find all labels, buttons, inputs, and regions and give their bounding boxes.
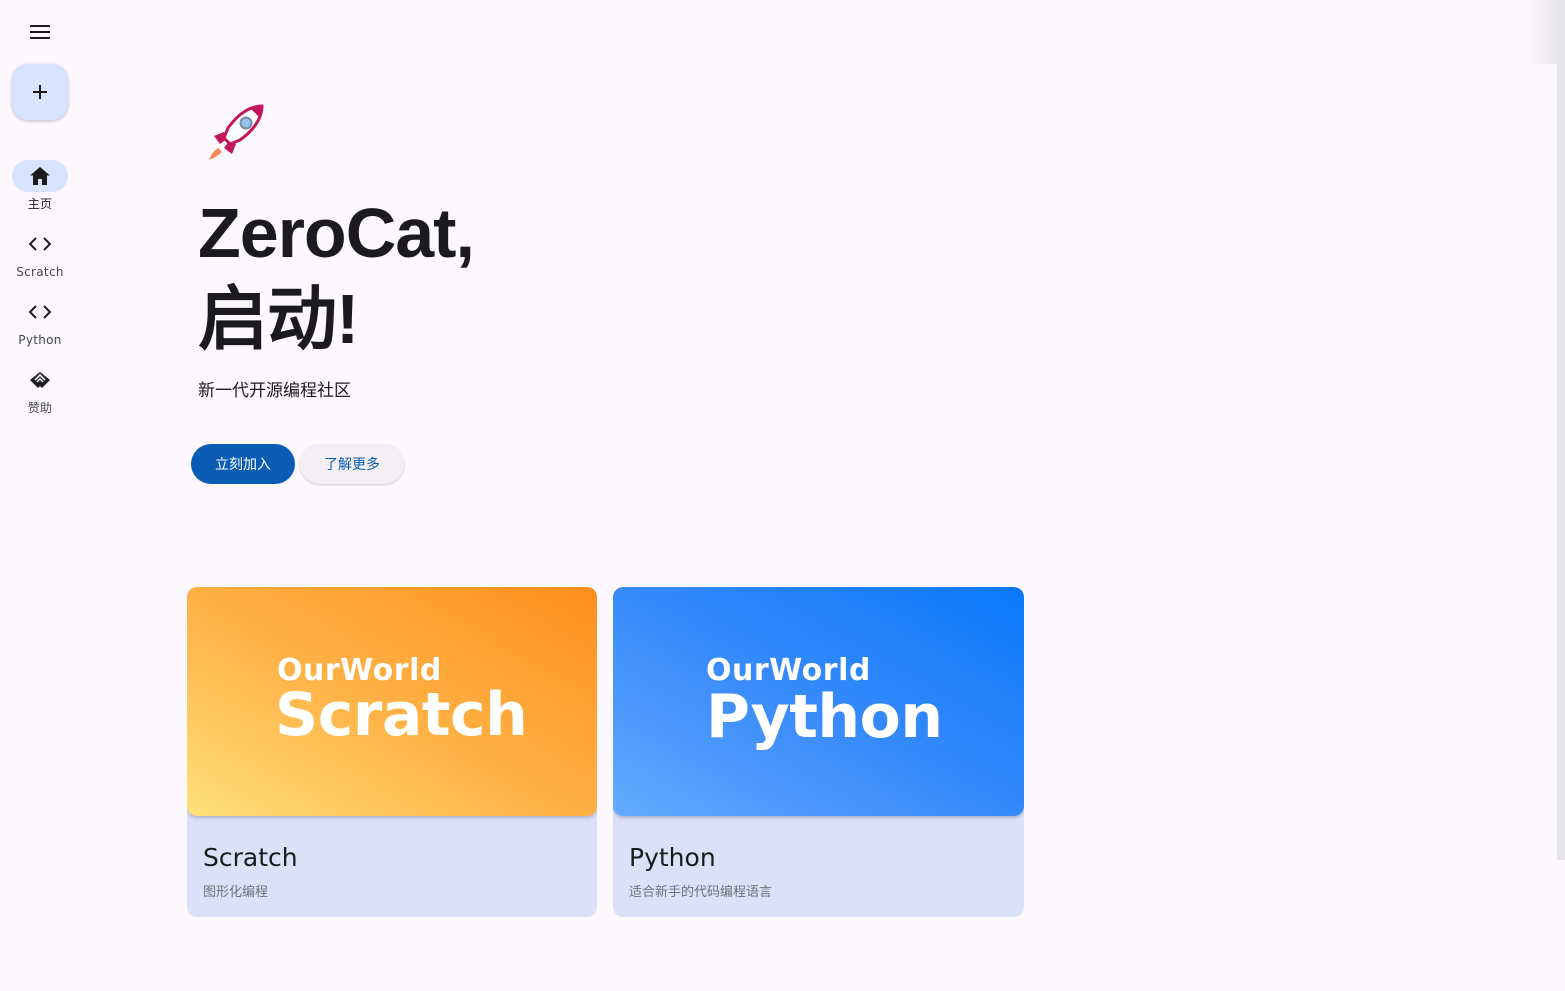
code-icon xyxy=(29,237,51,251)
handshake-icon xyxy=(30,372,50,388)
scratch-card[interactable]: OurWorld Scratch Scratch 图形化编程 xyxy=(187,587,597,917)
rail-item-label: Scratch xyxy=(16,265,64,279)
python-card-banner: OurWorld Python xyxy=(613,587,1024,816)
banner-product-text: Python xyxy=(706,682,943,752)
learn-more-button[interactable]: 了解更多 xyxy=(300,444,404,484)
top-edge-shadow xyxy=(1525,0,1565,64)
card-subtitle: 图形化编程 xyxy=(203,885,269,900)
menu-icon xyxy=(30,25,50,39)
rail-item-label: 赞助 xyxy=(27,401,53,415)
hero-subtitle: 新一代开源编程社区 xyxy=(198,381,351,401)
rocket-icon xyxy=(209,104,264,160)
hero-title: ZeroCat, 启动! xyxy=(198,190,475,362)
hero-title-line-1: ZeroCat, xyxy=(198,194,475,272)
navigation-rail: 主页 Scratch Python 赞助 xyxy=(0,0,80,991)
rail-item-label: 主页 xyxy=(27,197,53,211)
home-icon xyxy=(30,167,50,185)
card-title: Python xyxy=(629,843,716,872)
rail-item-sponsor[interactable]: 赞助 xyxy=(0,364,80,416)
rail-item-scratch[interactable]: Scratch xyxy=(0,228,80,280)
plus-icon xyxy=(33,85,47,99)
banner-product-text: Scratch xyxy=(275,680,528,750)
create-fab-button[interactable] xyxy=(12,64,68,120)
card-title: Scratch xyxy=(203,843,298,872)
code-icon xyxy=(29,305,51,319)
rail-item-home[interactable]: 主页 xyxy=(0,160,80,212)
join-now-button[interactable]: 立刻加入 xyxy=(191,444,295,484)
card-subtitle: 适合新手的代码编程语言 xyxy=(629,885,773,900)
rail-active-indicator xyxy=(12,160,68,192)
hero-title-line-2: 启动! xyxy=(198,280,359,358)
scratch-card-banner: OurWorld Scratch xyxy=(187,587,597,816)
python-card[interactable]: OurWorld Python Python 适合新手的代码编程语言 xyxy=(613,587,1024,917)
rail-item-label: Python xyxy=(18,333,62,347)
vertical-scrollbar[interactable] xyxy=(1557,64,1565,860)
menu-button[interactable] xyxy=(20,12,60,52)
rail-item-python[interactable]: Python xyxy=(0,296,80,348)
